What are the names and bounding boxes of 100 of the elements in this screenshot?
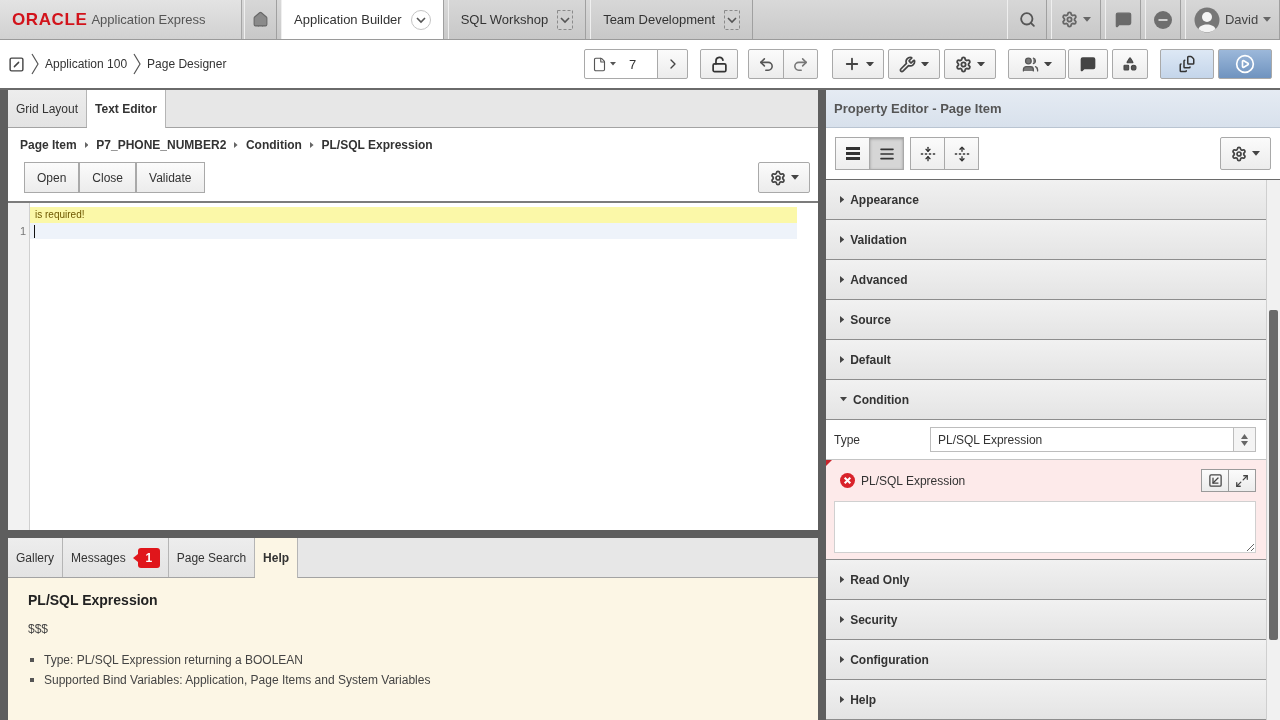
- chevron-icon: [133, 53, 142, 75]
- maximize-icon: [1235, 473, 1249, 488]
- redo-icon: [792, 55, 809, 73]
- view-toggle-button[interactable]: [869, 137, 904, 170]
- expand-editor-button[interactable]: [1228, 469, 1256, 492]
- create-menu-button[interactable]: [832, 49, 884, 79]
- utilities-menu-button[interactable]: [888, 49, 940, 79]
- play-icon: [1235, 54, 1255, 74]
- settings-menu-button[interactable]: [944, 49, 996, 79]
- view-toggle-button[interactable]: [910, 137, 945, 170]
- caret-right-icon: [309, 142, 314, 148]
- file-stack-icon: [1178, 55, 1196, 73]
- home-tab[interactable]: [244, 0, 277, 39]
- caret-down-icon: [1263, 17, 1272, 22]
- spinner-icon: [1241, 433, 1248, 446]
- line-number: 1: [19, 224, 26, 239]
- group-header[interactable]: Read Only: [826, 560, 1266, 600]
- minus-circle-icon: [1154, 10, 1172, 29]
- breadcrumb-item[interactable]: Page Item: [20, 138, 77, 152]
- breadcrumb-item[interactable]: P7_PHONE_NUMBER2: [96, 138, 227, 152]
- group-header[interactable]: Security: [826, 600, 1266, 640]
- shapes-icon: [1122, 56, 1138, 72]
- editor-action-button[interactable]: Close: [79, 162, 137, 193]
- nav-tab[interactable]: SQL Workshop: [447, 0, 587, 39]
- caret-down-icon: [865, 61, 874, 67]
- pane-tab[interactable]: Gallery: [8, 538, 63, 577]
- group-header[interactable]: Condition: [826, 380, 1266, 420]
- lint-message: is required!: [30, 207, 797, 223]
- help-title: PL/SQL Expression: [28, 592, 158, 608]
- wrench-icon: [899, 55, 916, 73]
- caret-right-icon: [234, 142, 238, 148]
- group-header[interactable]: Configuration: [826, 640, 1266, 680]
- nav-tab[interactable]: Team Development: [590, 0, 754, 39]
- group-header[interactable]: Source: [826, 300, 1266, 340]
- group-header[interactable]: Validation: [826, 220, 1266, 260]
- gear-icon: [1061, 11, 1078, 28]
- undo-icon: [757, 55, 775, 73]
- collapse-icon: [919, 145, 936, 162]
- caret-down-icon: [610, 62, 616, 66]
- nav-tab[interactable]: Application Builder: [281, 0, 444, 39]
- group-header[interactable]: Appearance: [826, 180, 1266, 220]
- gear-icon: [769, 169, 786, 186]
- breadcrumb-item[interactable]: Condition: [245, 138, 302, 152]
- group-header[interactable]: Advanced: [826, 260, 1266, 300]
- view-toggle-button[interactable]: [835, 137, 870, 170]
- editor-settings-button[interactable]: [758, 162, 810, 193]
- select-field[interactable]: PL/SQL Expression: [930, 427, 1256, 452]
- pane-tab[interactable]: Page Search: [168, 538, 256, 577]
- group-header[interactable]: Help: [826, 680, 1266, 720]
- caret-down-icon: [1252, 151, 1260, 156]
- property-label: Type: [834, 432, 860, 447]
- editor-action-button[interactable]: Validate: [136, 162, 205, 193]
- help-bullet-text: Supported Bind Variables: Application, Page Items and System Variables: [44, 673, 431, 687]
- gear-icon: [955, 55, 972, 73]
- chat-icon: [1080, 56, 1096, 72]
- caret-right-icon: [84, 142, 89, 148]
- search-button[interactable]: [1007, 0, 1047, 39]
- panel-title: Property Editor - Page Item: [826, 90, 1280, 128]
- scrollbar-track[interactable]: [1266, 180, 1280, 720]
- breadcrumb-link[interactable]: Page Designer: [147, 57, 227, 71]
- redo-button[interactable]: [783, 49, 818, 79]
- page-number-field[interactable]: 7: [584, 49, 658, 79]
- pane-tab[interactable]: Messages 1: [63, 538, 169, 577]
- page-icon: [592, 56, 607, 72]
- settings-menu-button[interactable]: [1051, 0, 1101, 39]
- pane-tab[interactable]: Help: [255, 538, 299, 578]
- people-icon: [1022, 55, 1039, 73]
- breadcrumb-item[interactable]: PL/SQL Expression: [321, 138, 433, 152]
- shared-components-button[interactable]: [1112, 49, 1148, 79]
- chevron-box-icon: [557, 9, 574, 30]
- property-settings-button[interactable]: [1220, 137, 1271, 170]
- comments-button[interactable]: [1068, 49, 1108, 79]
- chat-button[interactable]: [1105, 0, 1141, 39]
- editor-action-button[interactable]: Open: [24, 162, 80, 193]
- undo-button[interactable]: [748, 49, 784, 79]
- chevron-box-icon: [724, 9, 741, 30]
- lock-button[interactable]: [700, 49, 738, 79]
- pane-tab[interactable]: Text Editor: [87, 90, 166, 128]
- breadcrumb-link[interactable]: Application 100: [45, 57, 128, 71]
- caret-down-icon: [977, 61, 985, 67]
- quick-pick-button[interactable]: [1201, 469, 1229, 492]
- expand-icon: [953, 145, 970, 162]
- user-menu[interactable]: David: [1185, 0, 1280, 39]
- code-editor[interactable]: 1 is required!: [8, 201, 818, 530]
- caret-down-icon: [921, 61, 929, 67]
- padlock-icon: [710, 55, 728, 73]
- bullet-icon: [30, 658, 34, 662]
- pane-tab[interactable]: Grid Layout: [8, 90, 88, 127]
- scrollbar-thumb[interactable]: [1269, 310, 1278, 640]
- page-to-list-button[interactable]: [1160, 49, 1214, 79]
- caret-down-icon: [1083, 17, 1091, 22]
- group-header[interactable]: Default: [826, 340, 1266, 380]
- caret-down-icon: [790, 175, 799, 180]
- status-button[interactable]: [1145, 0, 1181, 39]
- arrow-box-icon: [1207, 473, 1223, 488]
- corner-marker-icon: [826, 460, 832, 466]
- view-toggle-button[interactable]: [944, 137, 979, 170]
- help-bullet-text: Type: PL/SQL Expression returning a BOOLEAN: [44, 653, 303, 667]
- chat-icon: [1114, 11, 1132, 28]
- team-menu-button[interactable]: [1008, 49, 1066, 79]
